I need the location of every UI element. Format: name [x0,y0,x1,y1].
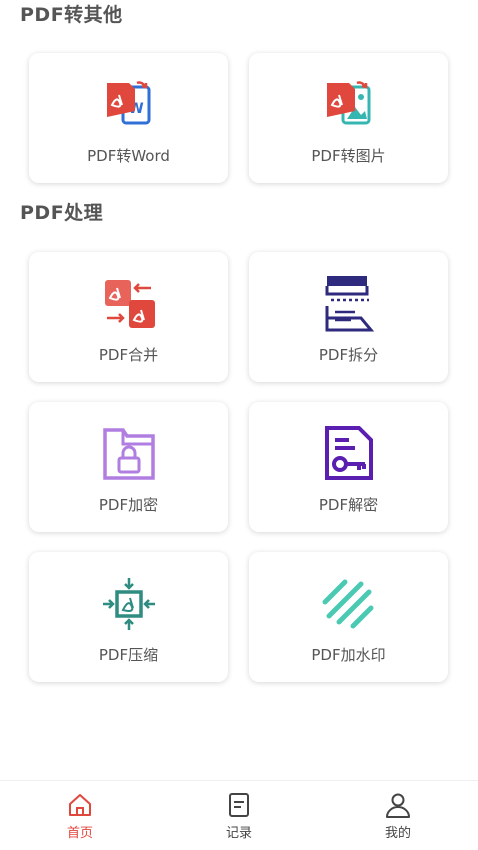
pdf-compress-card[interactable]: PDF压缩 [29,552,228,682]
pdf-encrypt-card[interactable]: PDF加密 [29,402,228,532]
user-icon [386,793,410,818]
pdf-to-word-card[interactable]: W PDF转Word [29,53,228,183]
pdf-to-word-label: PDF转Word [87,147,170,165]
watermark-icon [321,576,377,632]
pdf-decrypt-card[interactable]: PDF解密 [249,402,448,532]
section-title-process: PDF处理 [20,202,104,224]
tab-records[interactable]: 记录 [199,791,279,841]
pdf-split-icon [321,276,377,332]
tab-home-label: 首页 [66,826,93,841]
document-key-icon [321,426,377,482]
tab-home[interactable]: 首页 [40,791,120,841]
pdf-compress-label: PDF压缩 [98,646,159,664]
pdf-to-image-icon [321,77,377,133]
pdf-merge-icon [101,276,157,332]
record-icon [229,793,249,817]
pdf-to-word-icon: W [101,77,157,133]
pdf-merge-card[interactable]: PDF合并 [29,252,228,382]
pdf-merge-label: PDF合并 [98,346,159,364]
compress-icon [101,576,157,632]
pdf-decrypt-label: PDF解密 [318,496,379,514]
section-title-convert: PDF转其他 [20,4,123,26]
pdf-encrypt-label: PDF加密 [98,496,159,514]
home-icon [69,794,91,816]
tab-records-label: 记录 [225,826,252,841]
tab-mine-label: 我的 [384,826,411,841]
pdf-watermark-label: PDF加水印 [311,646,386,664]
pdf-to-image-label: PDF转图片 [311,147,386,165]
pdf-watermark-card[interactable]: PDF加水印 [249,552,448,682]
folder-lock-icon [101,426,157,482]
tab-mine[interactable]: 我的 [358,791,438,841]
bottom-tab-bar: 首页 记录 我的 [0,780,478,850]
pdf-to-image-card[interactable]: PDF转图片 [249,53,448,183]
pdf-split-card[interactable]: PDF拆分 [249,252,448,382]
pdf-split-label: PDF拆分 [318,346,379,364]
